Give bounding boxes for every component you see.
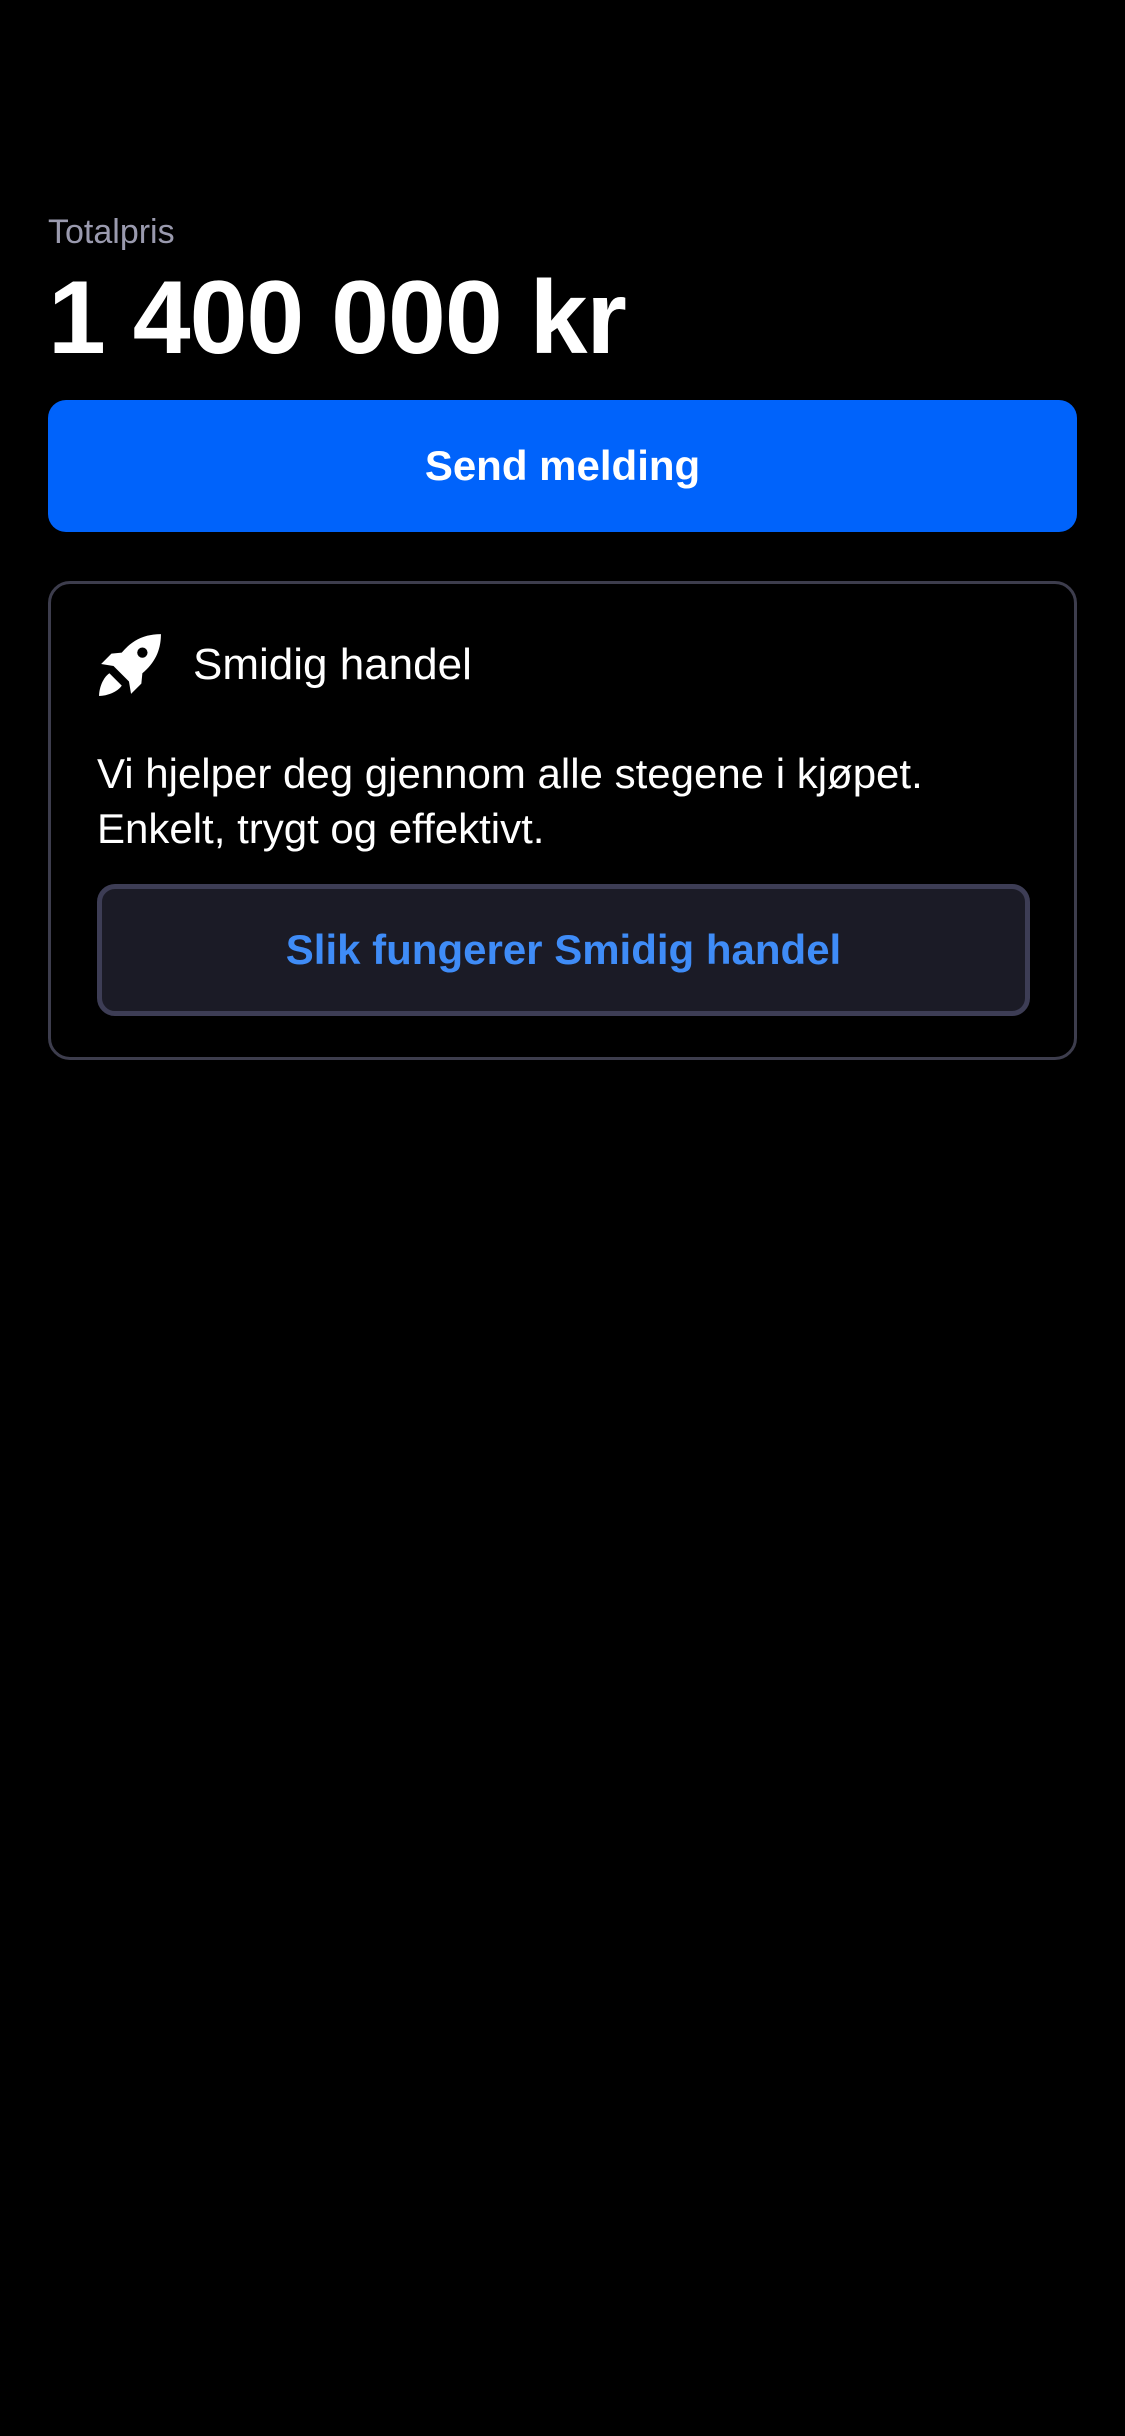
price-section: Totalpris 1 400 000 kr Send melding Smid… xyxy=(48,210,1077,1060)
total-price-value: 1 400 000 kr xyxy=(48,260,627,376)
card-description-line-1: Vi hjelper deg gjennom alle stegene i kj… xyxy=(97,750,923,797)
total-price-label: Totalpris xyxy=(48,213,175,251)
card-title: Smidig handel xyxy=(193,640,472,689)
rocket-icon xyxy=(97,632,163,698)
how-smidig-handel-works-button[interactable]: Slik fungerer Smidig handel xyxy=(97,884,1030,1016)
card-description: Vi hjelper deg gjennom alle stegene i kj… xyxy=(97,746,1028,856)
screen: { "price": { "label": "Totalpris", "valu… xyxy=(0,0,1125,2436)
smidig-handel-card: Smidig handel Vi hjelper deg gjennom all… xyxy=(48,581,1077,1060)
send-message-button[interactable]: Send melding xyxy=(48,400,1077,532)
card-header: Smidig handel xyxy=(97,632,1028,698)
card-description-line-2: Enkelt, trygt og effektivt. xyxy=(97,805,545,852)
